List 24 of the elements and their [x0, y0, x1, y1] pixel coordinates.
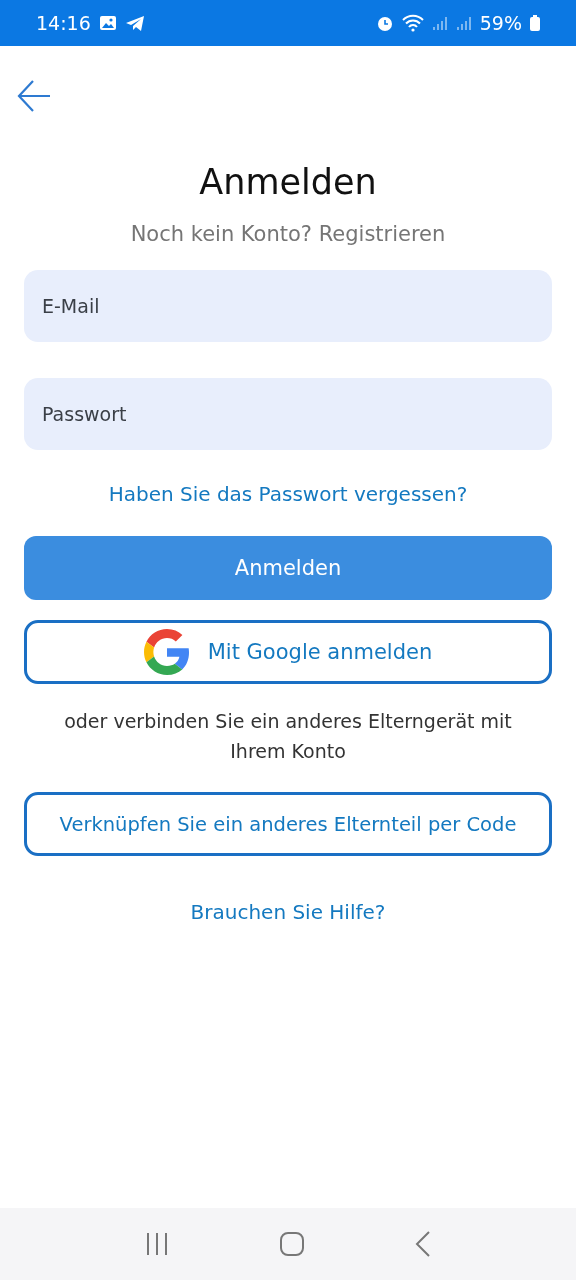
page-title: Anmelden — [198, 162, 378, 202]
wifi-icon — [401, 14, 424, 32]
help-link[interactable]: Brauchen Sie Hilfe? — [24, 900, 552, 924]
input-field[interactable]: Passwort — [24, 378, 552, 450]
signal-icon — [431, 15, 448, 31]
other-device-text: oder verbinden Sie ein anderes Elterngerät mit Ihrem Konto — [63, 709, 513, 764]
image-icon — [98, 15, 117, 31]
home-icon[interactable] — [280, 1232, 304, 1256]
paper-plane-icon — [124, 14, 145, 32]
recent-apps-icon[interactable] — [145, 1232, 170, 1256]
battery-percent: 59% — [479, 12, 522, 34]
back-icon[interactable] — [414, 1231, 431, 1257]
alarm-icon — [375, 14, 394, 32]
register-link[interactable]: Noch kein Konto? Registrieren — [24, 222, 552, 246]
link-code-button[interactable]: Verknüpfen Sie ein anderes Elternteil per Code — [24, 792, 552, 856]
back-arrow-icon — [17, 80, 51, 112]
battery-icon — [530, 15, 540, 31]
google-logo-icon — [143, 629, 190, 675]
login-button[interactable]: Anmelden — [24, 536, 552, 600]
forgot-password-link[interactable]: Haben Sie das Passwort vergessen? — [24, 482, 552, 506]
signal-icon — [455, 15, 472, 31]
input-field[interactable]: E-Mail — [24, 270, 552, 342]
status-time: 14:16 — [36, 12, 91, 34]
google-login-button[interactable]: Mit Google anmelden — [24, 620, 552, 684]
